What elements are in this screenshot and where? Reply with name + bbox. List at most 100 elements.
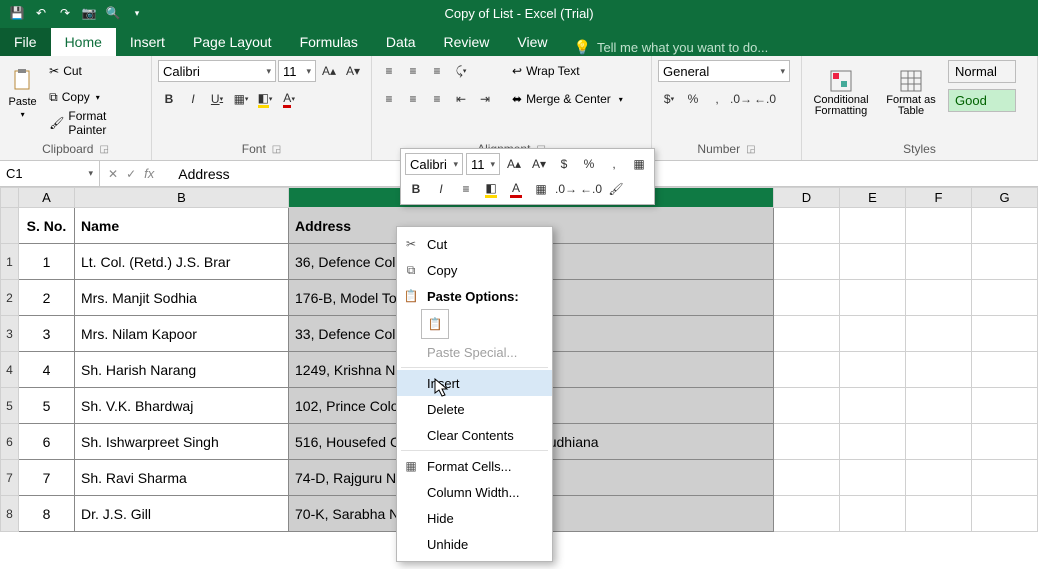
print-preview-icon[interactable]: 🔍 <box>106 6 120 20</box>
cell[interactable]: Lt. Col. (Retd.) J.S. Brar <box>75 244 289 280</box>
mini-fill-color-icon[interactable]: ◧ <box>480 178 502 200</box>
increase-font-icon[interactable]: A▴ <box>318 60 340 82</box>
tab-insert[interactable]: Insert <box>116 28 179 56</box>
accounting-format-icon[interactable]: $▾ <box>658 88 680 110</box>
cell[interactable] <box>774 424 840 460</box>
align-center-icon[interactable]: ≡ <box>402 88 424 110</box>
ctx-cut[interactable]: ✂Cut <box>397 231 552 257</box>
cell[interactable]: 3 <box>19 316 75 352</box>
cell[interactable] <box>906 388 972 424</box>
cell[interactable] <box>774 496 840 532</box>
tab-home[interactable]: Home <box>51 28 116 56</box>
cell[interactable]: Sh. Ishwarpreet Singh <box>75 424 289 460</box>
align-left-icon[interactable]: ≡ <box>378 88 400 110</box>
mini-format-icon[interactable]: ▦ <box>628 153 650 175</box>
borders-button[interactable]: ▦▾ <box>230 88 252 110</box>
align-right-icon[interactable]: ≡ <box>426 88 448 110</box>
cell[interactable] <box>840 244 906 280</box>
ctx-unhide[interactable]: Unhide <box>397 531 552 557</box>
cell[interactable] <box>906 208 972 244</box>
mini-font-color-icon[interactable]: A <box>505 178 527 200</box>
mini-accounting-icon[interactable]: $ <box>553 153 575 175</box>
row-header[interactable]: 8 <box>1 496 19 532</box>
fx-icon[interactable]: fx <box>144 166 154 181</box>
tab-file[interactable]: File <box>0 28 51 56</box>
wrap-text-button[interactable]: ↩Wrap Text <box>506 60 629 82</box>
cell[interactable] <box>906 460 972 496</box>
mini-percent-icon[interactable]: % <box>578 153 600 175</box>
orientation-icon[interactable]: ⤹▾ <box>450 60 472 82</box>
merge-center-button[interactable]: ⬌Merge & Center▾ <box>506 88 629 110</box>
formula-bar[interactable]: Address <box>168 166 229 182</box>
cell[interactable]: 6 <box>19 424 75 460</box>
cell-style-normal[interactable]: Normal <box>948 60 1016 83</box>
ctx-hide[interactable]: Hide <box>397 505 552 531</box>
decrease-font-icon[interactable]: A▾ <box>342 60 364 82</box>
row-header[interactable] <box>1 208 19 244</box>
cell[interactable] <box>972 352 1038 388</box>
cell[interactable]: Name <box>75 208 289 244</box>
comma-format-icon[interactable]: , <box>706 88 728 110</box>
row-header[interactable]: 5 <box>1 388 19 424</box>
cell[interactable] <box>906 424 972 460</box>
dialog-launcher-icon[interactable]: ◲ <box>272 144 281 155</box>
ctx-paste-option-default[interactable]: 📋 <box>421 309 449 339</box>
cell[interactable]: Sh. Harish Narang <box>75 352 289 388</box>
camera-icon[interactable]: 📷 <box>82 6 96 20</box>
row-header[interactable]: 2 <box>1 280 19 316</box>
font-color-button[interactable]: A▾ <box>278 88 300 110</box>
format-painter-button[interactable]: 🖌Format Painter <box>43 112 145 134</box>
cell[interactable]: Mrs. Nilam Kapoor <box>75 316 289 352</box>
bold-button[interactable]: B <box>158 88 180 110</box>
cell[interactable] <box>840 352 906 388</box>
cell[interactable] <box>906 316 972 352</box>
italic-button[interactable]: I <box>182 88 204 110</box>
cell[interactable] <box>906 352 972 388</box>
tab-review[interactable]: Review <box>430 28 504 56</box>
cell[interactable] <box>840 316 906 352</box>
ctx-delete[interactable]: Delete <box>397 396 552 422</box>
align-top-icon[interactable]: ≡ <box>378 60 400 82</box>
cell[interactable] <box>906 496 972 532</box>
cell[interactable] <box>972 316 1038 352</box>
decrease-indent-icon[interactable]: ⇤ <box>450 88 472 110</box>
cell[interactable] <box>840 388 906 424</box>
cell[interactable] <box>774 388 840 424</box>
cell[interactable]: 1 <box>19 244 75 280</box>
mini-borders-icon[interactable]: ▦ <box>530 178 552 200</box>
font-name-combo[interactable]: Calibri▾ <box>158 60 276 82</box>
mini-italic-button[interactable]: I <box>430 178 452 200</box>
percent-format-icon[interactable]: % <box>682 88 704 110</box>
col-header-G[interactable]: G <box>972 188 1038 208</box>
dialog-launcher-icon[interactable]: ◲ <box>746 144 755 155</box>
underline-button[interactable]: U▾ <box>206 88 228 110</box>
conditional-formatting-button[interactable]: Conditional Formatting <box>808 60 874 126</box>
cell[interactable] <box>840 424 906 460</box>
cell[interactable] <box>906 244 972 280</box>
tab-view[interactable]: View <box>503 28 561 56</box>
number-format-combo[interactable]: General▾ <box>658 60 790 82</box>
mini-bold-button[interactable]: B <box>405 178 427 200</box>
paste-button[interactable]: Paste ▾ <box>6 60 39 126</box>
mini-comma-icon[interactable]: , <box>603 153 625 175</box>
align-middle-icon[interactable]: ≡ <box>402 60 424 82</box>
cell[interactable]: S. No. <box>19 208 75 244</box>
cut-button[interactable]: ✂Cut <box>43 60 145 82</box>
row-header[interactable]: 4 <box>1 352 19 388</box>
mini-size-combo[interactable]: 11▾ <box>466 153 500 175</box>
mini-format-painter-icon[interactable]: 🖌 <box>605 178 627 200</box>
dialog-launcher-icon[interactable]: ◲ <box>99 144 108 155</box>
cell[interactable]: 8 <box>19 496 75 532</box>
increase-decimal-icon[interactable]: .0→ <box>730 88 752 110</box>
select-all-corner[interactable] <box>1 188 19 208</box>
copy-button[interactable]: ⧉Copy▾ <box>43 86 145 108</box>
enter-icon[interactable]: ✓ <box>126 167 136 181</box>
redo-icon[interactable]: ↷ <box>58 6 72 20</box>
tell-me[interactable]: 💡 Tell me what you want to do... <box>562 39 769 56</box>
cell[interactable]: Sh. V.K. Bhardwaj <box>75 388 289 424</box>
decrease-decimal-icon[interactable]: ←.0 <box>754 88 776 110</box>
row-header[interactable]: 1 <box>1 244 19 280</box>
tab-formulas[interactable]: Formulas <box>286 28 372 56</box>
cell[interactable]: 4 <box>19 352 75 388</box>
format-as-table-button[interactable]: Format as Table <box>878 60 944 126</box>
